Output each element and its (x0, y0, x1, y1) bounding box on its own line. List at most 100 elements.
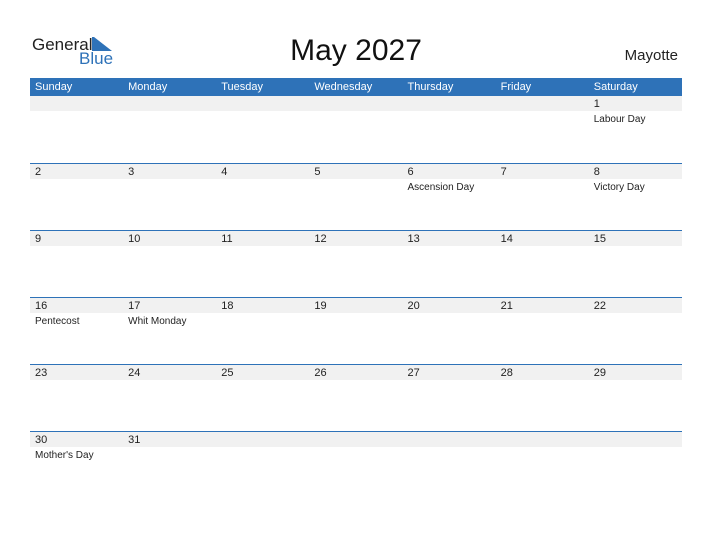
calendar-day-cell: 17 Whit Monday (123, 298, 217, 364)
calendar-day-cell (216, 96, 310, 163)
date-strip (123, 164, 217, 179)
day-number: 23 (35, 367, 48, 379)
weekday-tuesday: Tuesday (221, 81, 264, 93)
day-number: 14 (500, 233, 513, 245)
weekday-monday: Monday (128, 81, 168, 93)
holiday-label: Whit Monday (128, 316, 187, 327)
calendar-day-cell: 7 (495, 164, 589, 230)
day-number: 20 (407, 300, 420, 312)
weekday-thursday: Thursday (407, 81, 454, 93)
day-number: 15 (593, 233, 606, 245)
day-number: 13 (407, 233, 420, 245)
calendar-day-cell: 6 Ascension Day (402, 164, 496, 230)
calendar-week: 9 10 11 12 13 14 15 (30, 230, 682, 297)
calendar-day-cell (309, 96, 403, 163)
calendar-day-cell: 28 (495, 365, 589, 431)
holiday-label: Pentecost (35, 316, 80, 327)
holiday-label: Labour Day (593, 114, 646, 125)
day-number: 31 (128, 434, 141, 446)
calendar-week: 2 3 4 5 6 Ascension Day 7 8 Victory Day (30, 163, 682, 230)
date-strip (495, 96, 589, 111)
day-number: 29 (593, 367, 606, 379)
calendar-day-cell (216, 432, 310, 498)
calendar-day-cell (402, 96, 496, 163)
day-number: 17 (128, 300, 141, 312)
date-strip (216, 96, 310, 111)
day-number: 26 (314, 367, 327, 379)
calendar-day-cell: 1 Labour Day (588, 96, 682, 163)
day-number: 6 (407, 166, 414, 178)
date-strip (588, 96, 682, 111)
day-number: 22 (593, 300, 606, 312)
date-strip (30, 96, 124, 111)
holiday-label: Victory Day (593, 182, 645, 193)
calendar-day-cell (30, 96, 124, 163)
weekday-saturday: Saturday (593, 81, 638, 93)
day-number: 12 (314, 233, 327, 245)
date-strip (495, 164, 589, 179)
calendar-day-cell (495, 432, 589, 498)
day-number: 24 (128, 367, 141, 379)
calendar-day-cell (588, 432, 682, 498)
calendar-day-cell: 11 (216, 231, 310, 297)
day-number: 19 (314, 300, 327, 312)
day-number: 7 (500, 166, 507, 178)
calendar-day-cell: 8 Victory Day (588, 164, 682, 230)
date-strip (309, 164, 403, 179)
day-number: 5 (314, 166, 321, 178)
calendar-day-cell: 15 (588, 231, 682, 297)
date-strip (402, 164, 496, 179)
day-number: 4 (221, 166, 228, 178)
day-number: 30 (35, 434, 48, 446)
calendar-week: 16 Pentecost 17 Whit Monday 18 19 20 21 22 (30, 297, 682, 364)
date-strip (588, 164, 682, 179)
day-number: 9 (35, 233, 42, 245)
date-strip (309, 96, 403, 111)
day-number: 10 (128, 233, 141, 245)
calendar-day-cell: 29 (588, 365, 682, 431)
calendar-day-cell: 16 Pentecost (30, 298, 124, 364)
date-strip (309, 432, 403, 447)
day-number: 25 (221, 367, 234, 379)
calendar-week: 1 Labour Day (30, 96, 682, 163)
holiday-label: Ascension Day (407, 182, 475, 193)
calendar-day-cell: 5 (309, 164, 403, 230)
weekday-sunday: Sunday (35, 81, 73, 93)
country-label: Mayotte (624, 47, 678, 64)
calendar-day-cell (309, 432, 403, 498)
calendar-day-cell: 21 (495, 298, 589, 364)
day-number: 16 (35, 300, 48, 312)
calendar-day-cell: 23 (30, 365, 124, 431)
day-number: 3 (128, 166, 135, 178)
date-strip (495, 432, 589, 447)
calendar-grid: 1 Labour Day 2 3 4 5 6 Ascension Day 7 8 Victory D… (30, 96, 682, 498)
calendar-day-cell: 20 (402, 298, 496, 364)
calendar-day-cell: 4 (216, 164, 310, 230)
calendar-day-cell: 18 (216, 298, 310, 364)
calendar-day-cell: 9 (30, 231, 124, 297)
date-strip (402, 432, 496, 447)
day-number: 2 (35, 166, 42, 178)
calendar-week: 23 24 25 26 27 28 29 (30, 364, 682, 431)
calendar-day-cell (495, 96, 589, 163)
day-number: 18 (221, 300, 234, 312)
day-number: 27 (407, 367, 420, 379)
calendar-day-cell: 30 Mother's Day (30, 432, 124, 498)
calendar-day-cell: 31 (123, 432, 217, 498)
holiday-label: Mother's Day (35, 450, 94, 461)
date-strip (123, 96, 217, 111)
calendar-week: 30 Mother's Day 31 (30, 431, 682, 498)
date-strip (216, 164, 310, 179)
calendar-day-cell: 27 (402, 365, 496, 431)
date-strip (30, 164, 124, 179)
weekday-header: Sunday Monday Tuesday Wednesday Thursday… (30, 78, 682, 96)
date-strip (30, 231, 124, 246)
weekday-wednesday: Wednesday (314, 81, 373, 93)
date-strip (588, 432, 682, 447)
calendar-day-cell: 3 (123, 164, 217, 230)
day-number: 1 (593, 98, 600, 110)
calendar-day-cell: 12 (309, 231, 403, 297)
calendar-day-cell: 10 (123, 231, 217, 297)
calendar-day-cell: 2 (30, 164, 124, 230)
day-number: 8 (593, 166, 600, 178)
